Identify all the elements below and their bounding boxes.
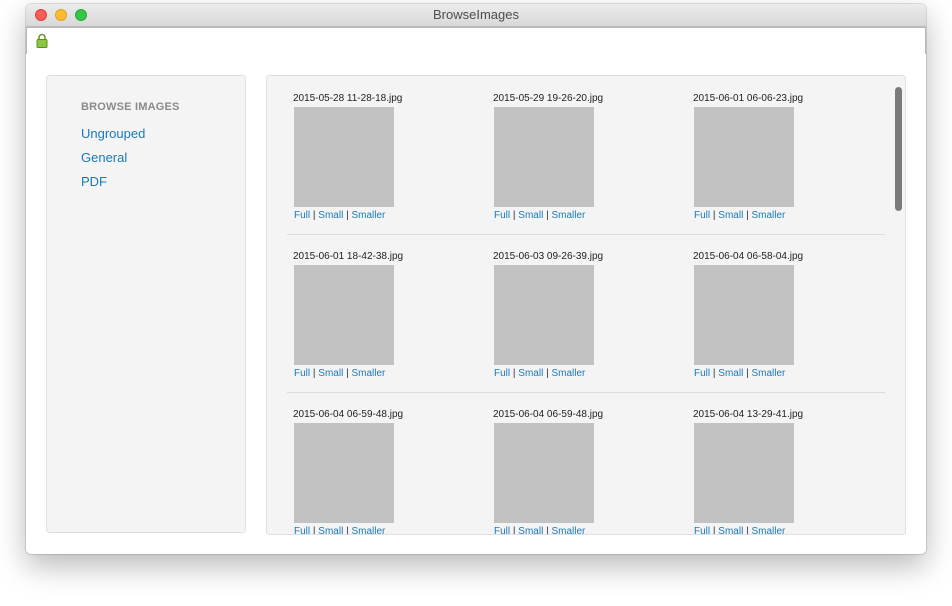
image-thumbnail[interactable] bbox=[294, 107, 394, 207]
link-separator: | bbox=[512, 368, 516, 379]
small-size-link[interactable]: Small bbox=[318, 210, 343, 221]
smaller-size-link[interactable]: Smaller bbox=[351, 368, 385, 379]
link-separator: | bbox=[346, 526, 349, 535]
smaller-size-link[interactable]: Smaller bbox=[751, 526, 785, 534]
full-size-link[interactable]: Full bbox=[294, 526, 310, 534]
link-separator: | bbox=[712, 368, 716, 379]
image-thumbnail[interactable] bbox=[694, 265, 794, 365]
image-thumbnail[interactable] bbox=[294, 265, 394, 365]
link-separator: | bbox=[546, 526, 549, 535]
sidebar: BROWSE IMAGES Ungrouped General PDF bbox=[46, 75, 246, 533]
image-thumbnail[interactable] bbox=[494, 265, 594, 365]
link-separator: | bbox=[312, 210, 316, 221]
link-separator: | bbox=[546, 368, 549, 379]
full-size-link[interactable]: Full bbox=[294, 368, 310, 379]
gallery-row: 2015-06-01 18-42-38.jpg Full | Small | S… bbox=[287, 234, 885, 393]
full-size-link[interactable]: Full bbox=[694, 210, 710, 221]
image-size-links: Full | Small | Smaller bbox=[294, 526, 385, 535]
small-size-link[interactable]: Small bbox=[718, 368, 743, 379]
image-filename: 2015-06-04 06-59-48.jpg bbox=[293, 409, 404, 420]
smaller-size-link[interactable]: Smaller bbox=[551, 526, 585, 534]
image-thumbnail[interactable] bbox=[694, 107, 794, 207]
sidebar-item-pdf[interactable]: PDF bbox=[81, 170, 145, 194]
full-size-link[interactable]: Full bbox=[494, 210, 510, 221]
full-size-link[interactable]: Full bbox=[494, 526, 510, 534]
address-bar[interactable] bbox=[26, 27, 926, 55]
smaller-size-link[interactable]: Smaller bbox=[351, 526, 385, 534]
small-size-link[interactable]: Small bbox=[518, 526, 543, 534]
lock-icon bbox=[36, 33, 48, 48]
image-filename: 2015-06-03 09-26-39.jpg bbox=[493, 251, 604, 262]
smaller-size-link[interactable]: Smaller bbox=[551, 368, 585, 379]
image-filename: 2015-06-04 06-59-48.jpg bbox=[493, 409, 604, 420]
link-separator: | bbox=[312, 368, 316, 379]
image-size-links: Full | Small | Smaller bbox=[694, 210, 785, 221]
full-size-link[interactable]: Full bbox=[494, 368, 510, 379]
image-size-links: Full | Small | Smaller bbox=[294, 210, 385, 221]
link-separator: | bbox=[512, 526, 516, 535]
image-filename: 2015-06-01 18-42-38.jpg bbox=[293, 251, 404, 262]
image-thumbnail[interactable] bbox=[494, 107, 594, 207]
image-size-links: Full | Small | Smaller bbox=[494, 368, 585, 379]
link-separator: | bbox=[712, 526, 716, 535]
smaller-size-link[interactable]: Smaller bbox=[351, 210, 385, 221]
small-size-link[interactable]: Small bbox=[318, 368, 343, 379]
small-size-link[interactable]: Small bbox=[518, 210, 543, 221]
small-size-link[interactable]: Small bbox=[518, 368, 543, 379]
link-separator: | bbox=[346, 368, 349, 379]
image-filename: 2015-06-04 13-29-41.jpg bbox=[693, 409, 804, 420]
image-size-links: Full | Small | Smaller bbox=[694, 526, 785, 535]
image-thumbnail[interactable] bbox=[494, 423, 594, 523]
full-size-link[interactable]: Full bbox=[694, 526, 710, 534]
image-thumbnail[interactable] bbox=[294, 423, 394, 523]
image-thumbnail[interactable] bbox=[694, 423, 794, 523]
small-size-link[interactable]: Small bbox=[718, 210, 743, 221]
gallery-row: 2015-06-04 06-59-48.jpg Full | Small | S… bbox=[287, 392, 885, 535]
image-filename: 2015-05-29 19-26-20.jpg bbox=[493, 93, 604, 104]
full-size-link[interactable]: Full bbox=[694, 368, 710, 379]
link-separator: | bbox=[312, 526, 316, 535]
image-filename: 2015-06-04 06-58-04.jpg bbox=[693, 251, 804, 262]
sidebar-nav: Ungrouped General PDF bbox=[81, 122, 145, 194]
smaller-size-link[interactable]: Smaller bbox=[751, 210, 785, 221]
link-separator: | bbox=[746, 368, 749, 379]
link-separator: | bbox=[346, 210, 349, 221]
link-separator: | bbox=[546, 210, 549, 221]
link-separator: | bbox=[512, 210, 516, 221]
image-filename: 2015-06-01 06-06-23.jpg bbox=[693, 93, 804, 104]
smaller-size-link[interactable]: Smaller bbox=[551, 210, 585, 221]
page-content: BROWSE IMAGES Ungrouped General PDF 2015… bbox=[26, 54, 926, 554]
image-size-links: Full | Small | Smaller bbox=[694, 368, 785, 379]
small-size-link[interactable]: Small bbox=[318, 526, 343, 534]
smaller-size-link[interactable]: Smaller bbox=[751, 368, 785, 379]
image-filename: 2015-05-28 11-28-18.jpg bbox=[293, 93, 403, 104]
sidebar-item-ungrouped[interactable]: Ungrouped bbox=[81, 122, 145, 146]
full-size-link[interactable]: Full bbox=[294, 210, 310, 221]
title-bar: BrowseImages bbox=[26, 4, 926, 27]
sidebar-item-general[interactable]: General bbox=[81, 146, 145, 170]
image-size-links: Full | Small | Smaller bbox=[494, 210, 585, 221]
gallery-row: 2015-05-28 11-28-18.jpg Full | Small | S… bbox=[287, 76, 885, 235]
browser-window: BrowseImages BROWSE IMAGES Ungrouped Gen… bbox=[26, 4, 926, 554]
sidebar-heading: BROWSE IMAGES bbox=[81, 101, 180, 113]
small-size-link[interactable]: Small bbox=[718, 526, 743, 534]
image-size-links: Full | Small | Smaller bbox=[294, 368, 385, 379]
gallery-scrollbar[interactable] bbox=[895, 87, 902, 211]
link-separator: | bbox=[746, 526, 749, 535]
window-title: BrowseImages bbox=[433, 7, 519, 22]
image-size-links: Full | Small | Smaller bbox=[494, 526, 585, 535]
link-separator: | bbox=[712, 210, 716, 221]
link-separator: | bbox=[746, 210, 749, 221]
image-gallery: 2015-05-28 11-28-18.jpg Full | Small | S… bbox=[266, 75, 906, 535]
